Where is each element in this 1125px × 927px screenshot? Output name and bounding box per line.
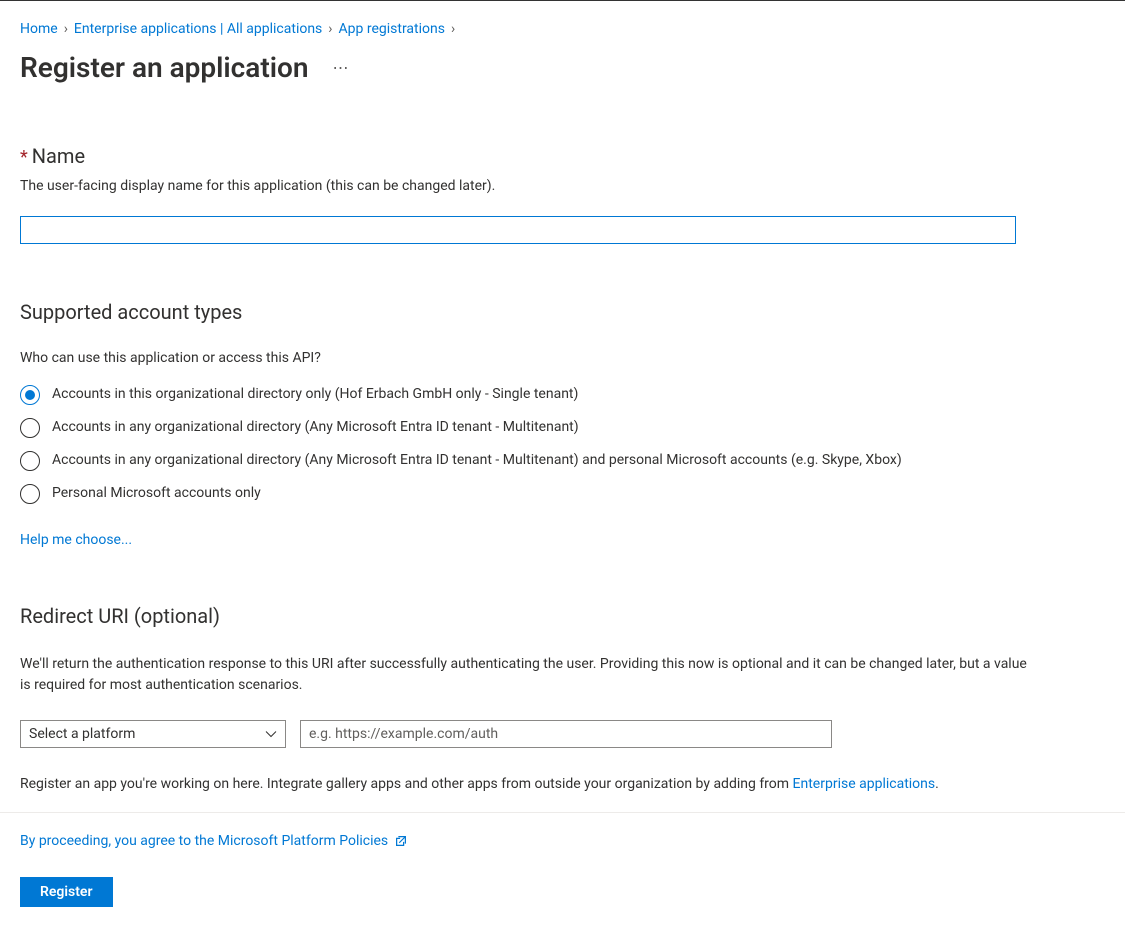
radio-single-tenant[interactable]: Accounts in this organizational director…	[20, 384, 1105, 405]
name-helper-text: The user-facing display name for this ap…	[20, 178, 1105, 194]
policies-link-text: By proceeding, you agree to the Microsof…	[20, 833, 388, 849]
chevron-right-icon: ›	[451, 21, 455, 37]
name-field-label: Name	[32, 144, 85, 168]
integrate-suffix: .	[935, 776, 939, 792]
radio-icon	[20, 385, 40, 405]
required-indicator: *	[20, 149, 28, 167]
chevron-right-icon: ›	[328, 21, 332, 37]
radio-multitenant[interactable]: Accounts in any organizational directory…	[20, 417, 1105, 438]
policies-link[interactable]: By proceeding, you agree to the Microsof…	[20, 833, 408, 849]
account-types-question: Who can use this application or access t…	[20, 350, 1105, 366]
radio-icon	[20, 484, 40, 504]
radio-label: Accounts in any organizational directory…	[52, 450, 902, 470]
radio-label: Accounts in any organizational directory…	[52, 417, 579, 437]
account-types-heading: Supported account types	[20, 300, 1105, 324]
external-link-icon	[394, 834, 408, 848]
breadcrumb-app-registrations[interactable]: App registrations	[339, 21, 445, 37]
account-types-radio-group: Accounts in this organizational director…	[20, 384, 1105, 504]
radio-label: Accounts in this organizational director…	[52, 384, 578, 404]
redirect-heading: Redirect URI (optional)	[20, 604, 1105, 628]
redirect-description: We'll return the authentication response…	[20, 654, 1040, 696]
integrate-text: Register an app you're working on here. …	[20, 774, 1105, 795]
account-types-section: Supported account types Who can use this…	[20, 300, 1105, 548]
redirect-uri-section: Redirect URI (optional) We'll return the…	[20, 604, 1105, 795]
radio-icon	[20, 418, 40, 438]
chevron-right-icon: ›	[64, 21, 68, 37]
platform-select-value: Select a platform	[29, 726, 135, 742]
platform-select[interactable]: Select a platform	[20, 720, 286, 748]
radio-multitenant-personal[interactable]: Accounts in any organizational directory…	[20, 450, 1105, 471]
breadcrumb-home[interactable]: Home	[20, 21, 58, 37]
radio-personal-only[interactable]: Personal Microsoft accounts only	[20, 483, 1105, 504]
help-me-choose-link[interactable]: Help me choose...	[20, 532, 132, 548]
name-input[interactable]	[20, 216, 1016, 244]
more-actions-icon[interactable]: ⋯	[333, 58, 350, 77]
enterprise-applications-link[interactable]: Enterprise applications	[793, 776, 936, 792]
breadcrumb-enterprise-apps[interactable]: Enterprise applications | All applicatio…	[74, 21, 322, 37]
breadcrumb: Home › Enterprise applications | All app…	[20, 21, 1105, 37]
footer: By proceeding, you agree to the Microsof…	[0, 812, 1125, 927]
name-field-section: * Name The user-facing display name for …	[20, 144, 1105, 244]
radio-icon	[20, 451, 40, 471]
page-title: Register an application	[20, 51, 309, 84]
register-button[interactable]: Register	[20, 877, 113, 907]
page-title-row: Register an application ⋯	[20, 51, 1105, 84]
redirect-uri-input[interactable]	[300, 720, 832, 748]
integrate-prefix: Register an app you're working on here. …	[20, 776, 793, 792]
chevron-down-icon	[265, 728, 277, 740]
radio-label: Personal Microsoft accounts only	[52, 483, 261, 503]
